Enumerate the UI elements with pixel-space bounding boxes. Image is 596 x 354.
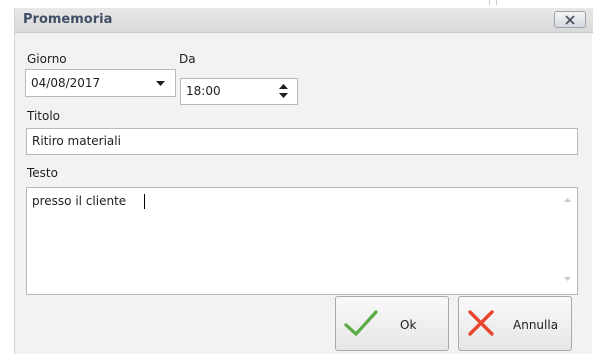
text-area[interactable]: presso il cliente	[26, 187, 578, 295]
day-value: 04/08/2017	[31, 76, 101, 90]
day-dropdown[interactable]: 04/08/2017	[25, 69, 176, 97]
text-value: presso il cliente	[32, 194, 127, 208]
title-input[interactable]: Ritiro materiali	[26, 128, 578, 155]
text-label: Testo	[27, 166, 58, 180]
title-value: Ritiro materiali	[32, 134, 121, 148]
spinner-arrows-icon[interactable]	[279, 83, 288, 99]
scroll-up-arrow-icon[interactable]	[564, 197, 571, 202]
title-bar[interactable]: Promemoria	[15, 8, 593, 33]
cancel-button[interactable]: Annulla	[458, 296, 572, 351]
background-mark	[489, 0, 497, 5]
title-label: Titolo	[27, 109, 61, 123]
ok-button[interactable]: Ok	[335, 296, 449, 351]
time-label: Da	[179, 52, 196, 66]
close-icon	[565, 14, 575, 25]
close-button[interactable]	[554, 11, 586, 28]
scroll-down-arrow-icon[interactable]	[564, 277, 571, 282]
checkmark-icon	[344, 310, 378, 336]
reminder-dialog: Promemoria Giorno 04/08/2017 Da 18:00 Ti…	[14, 8, 593, 354]
x-icon	[468, 310, 494, 336]
background-strip	[0, 0, 596, 8]
time-value: 18:00	[186, 84, 221, 98]
text-caret	[144, 194, 145, 209]
time-spinner[interactable]: 18:00	[180, 78, 298, 105]
ok-label: Ok	[400, 318, 417, 332]
cancel-label: Annulla	[513, 318, 559, 332]
dropdown-arrow-icon[interactable]	[156, 81, 165, 87]
dialog-title: Promemoria	[23, 12, 113, 27]
day-label: Giorno	[27, 52, 67, 66]
